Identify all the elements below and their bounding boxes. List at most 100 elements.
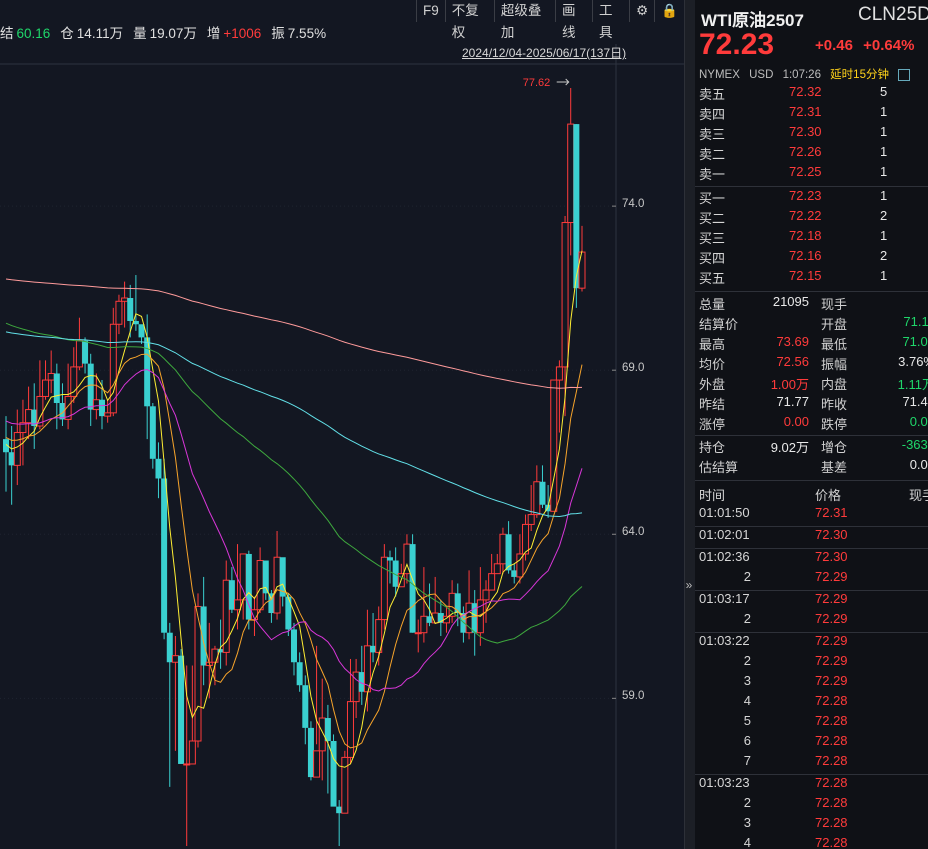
stat-value: 71.77	[776, 394, 809, 409]
trade-time: 01:03:22	[699, 633, 750, 648]
collapse-arrow-icon[interactable]: »	[684, 565, 694, 605]
trade-time: 5	[743, 713, 751, 728]
candle-body	[370, 645, 377, 653]
trade-row: 2 72.29	[695, 569, 928, 589]
trade-price: 72.29	[815, 653, 848, 668]
ask-row: 卖二 72.26 1	[695, 144, 928, 164]
stat-label: 量	[133, 26, 147, 41]
candle-body	[499, 533, 507, 565]
candle-body	[256, 560, 264, 611]
stats-divider	[695, 435, 928, 436]
kline-chart-area[interactable]: 77.62 结 60.16 仓 14.11万量 19.07万增 +1006 振 7.55% F…	[0, 0, 684, 849]
stats-divider	[695, 480, 928, 481]
stat-row: 外盘 1.00万内盘 1.11万	[695, 374, 928, 394]
candle-body	[42, 379, 50, 397]
trade-price: 72.28	[815, 775, 848, 790]
toolbar-button[interactable]: 不复权	[444, 0, 494, 40]
candlestick-chart[interactable]: 77.62	[0, 0, 684, 849]
stat-value: -3634	[901, 437, 928, 452]
candle-body	[239, 553, 247, 601]
ask-price: 72.25	[789, 164, 822, 179]
ask-row: 卖四 72.31 1	[695, 104, 928, 124]
stat-row: 均价 72.56 振幅 3.76%	[695, 354, 928, 374]
stat-value: 71.11	[903, 314, 928, 329]
candle-body	[380, 556, 388, 621]
stat-value: 3.76%	[898, 354, 928, 369]
date-range-selector[interactable]: 2024/12/04-2025/06/17(137日)	[462, 44, 626, 61]
header-time: 时间	[699, 488, 726, 503]
stat-row: 持仓 9.02万增仓 -3634	[695, 437, 928, 457]
trade-time: 2	[743, 795, 751, 810]
lock-icon[interactable]: 🔒	[654, 0, 684, 22]
candle-body	[522, 523, 530, 555]
stat-label: 跌停	[821, 417, 848, 432]
ma-line-ma10	[5, 353, 583, 749]
bid-label: 买三	[699, 231, 726, 246]
stat-row: 总量 21095 现手 2	[695, 294, 928, 314]
stat-row: 涨停 0.00 跌停 0.00	[695, 414, 928, 434]
bid-label: 买四	[699, 251, 726, 266]
toolbar-button[interactable]: F9	[416, 0, 445, 22]
candle-body	[302, 685, 309, 728]
stat-item: 量 19.07万	[133, 26, 197, 41]
trade-time: 3	[743, 815, 751, 830]
last-price: 72.23	[699, 28, 775, 61]
toolbar-button[interactable]: 画线	[554, 0, 592, 40]
candle-body	[511, 570, 518, 577]
toolbar-button[interactable]: 超级叠加	[493, 0, 555, 40]
ask-qty: 1	[880, 144, 888, 159]
info-icon[interactable]	[898, 68, 911, 81]
stat-value: 2	[875, 294, 928, 309]
candle-body	[567, 123, 575, 224]
ask-row: 卖三 72.30 1	[695, 124, 928, 144]
stat-row: 结算价 开盘 71.11	[695, 314, 928, 334]
quote-meta: NYMEX USD 1:07:26 延时15分钟	[699, 66, 911, 82]
candle-body	[87, 363, 94, 410]
candle-body	[47, 372, 55, 381]
candle-body	[285, 596, 292, 630]
candle-body	[414, 632, 422, 635]
candle-body	[539, 481, 546, 505]
candle-body	[533, 481, 541, 516]
trade-time: 3	[743, 673, 751, 688]
candle-body	[273, 556, 281, 614]
candle-body	[420, 615, 428, 634]
bid-qty: 2	[880, 248, 888, 263]
trade-time: 4	[743, 835, 751, 849]
quote-time: 1:07:26	[782, 69, 821, 81]
stat-value: 21095	[772, 294, 809, 309]
ask-price: 72.31	[789, 104, 822, 119]
stat-value: 60.16	[16, 26, 51, 41]
candle-body	[291, 629, 297, 663]
bid-price: 72.23	[789, 188, 822, 203]
candle-body	[346, 701, 354, 758]
trade-row: 2 72.29	[695, 611, 928, 631]
trade-row: 6 72.28	[695, 733, 928, 753]
header-qty: 现手	[909, 488, 928, 503]
trades-header: 时间 价格 现手	[695, 485, 928, 505]
toolbar-button[interactable]: 工具	[592, 0, 629, 40]
stat-value: 71.00	[902, 334, 928, 349]
y-tick-label: 64.0	[622, 526, 645, 539]
trade-price: 72.28	[815, 795, 848, 810]
trade-price: 72.28	[815, 835, 848, 849]
candle-body	[211, 648, 219, 663]
trade-time: 01:02:36	[699, 549, 750, 564]
stat-label: 增仓	[821, 440, 848, 455]
stat-item: 仓 14.11万	[60, 26, 123, 41]
stat-value: +1006	[223, 26, 262, 41]
stat-label: 最高	[699, 337, 726, 352]
stat-value: 0.00	[783, 414, 809, 429]
ask-qty: 1	[880, 124, 888, 139]
stat-row: 估结算 基差 0.00	[695, 457, 928, 477]
trade-price: 72.28	[815, 815, 848, 830]
trade-row: 01:01:50 72.31	[695, 505, 928, 525]
candle-body	[234, 599, 242, 611]
ask-qty: 5	[880, 84, 888, 99]
gear-icon[interactable]: ⚙	[629, 0, 654, 22]
ask-price: 72.32	[789, 84, 822, 99]
candle-body	[573, 124, 580, 289]
bid-row: 买五 72.15 1	[695, 268, 928, 288]
ask-price: 72.26	[789, 144, 822, 159]
stat-label: 开盘	[821, 317, 848, 332]
